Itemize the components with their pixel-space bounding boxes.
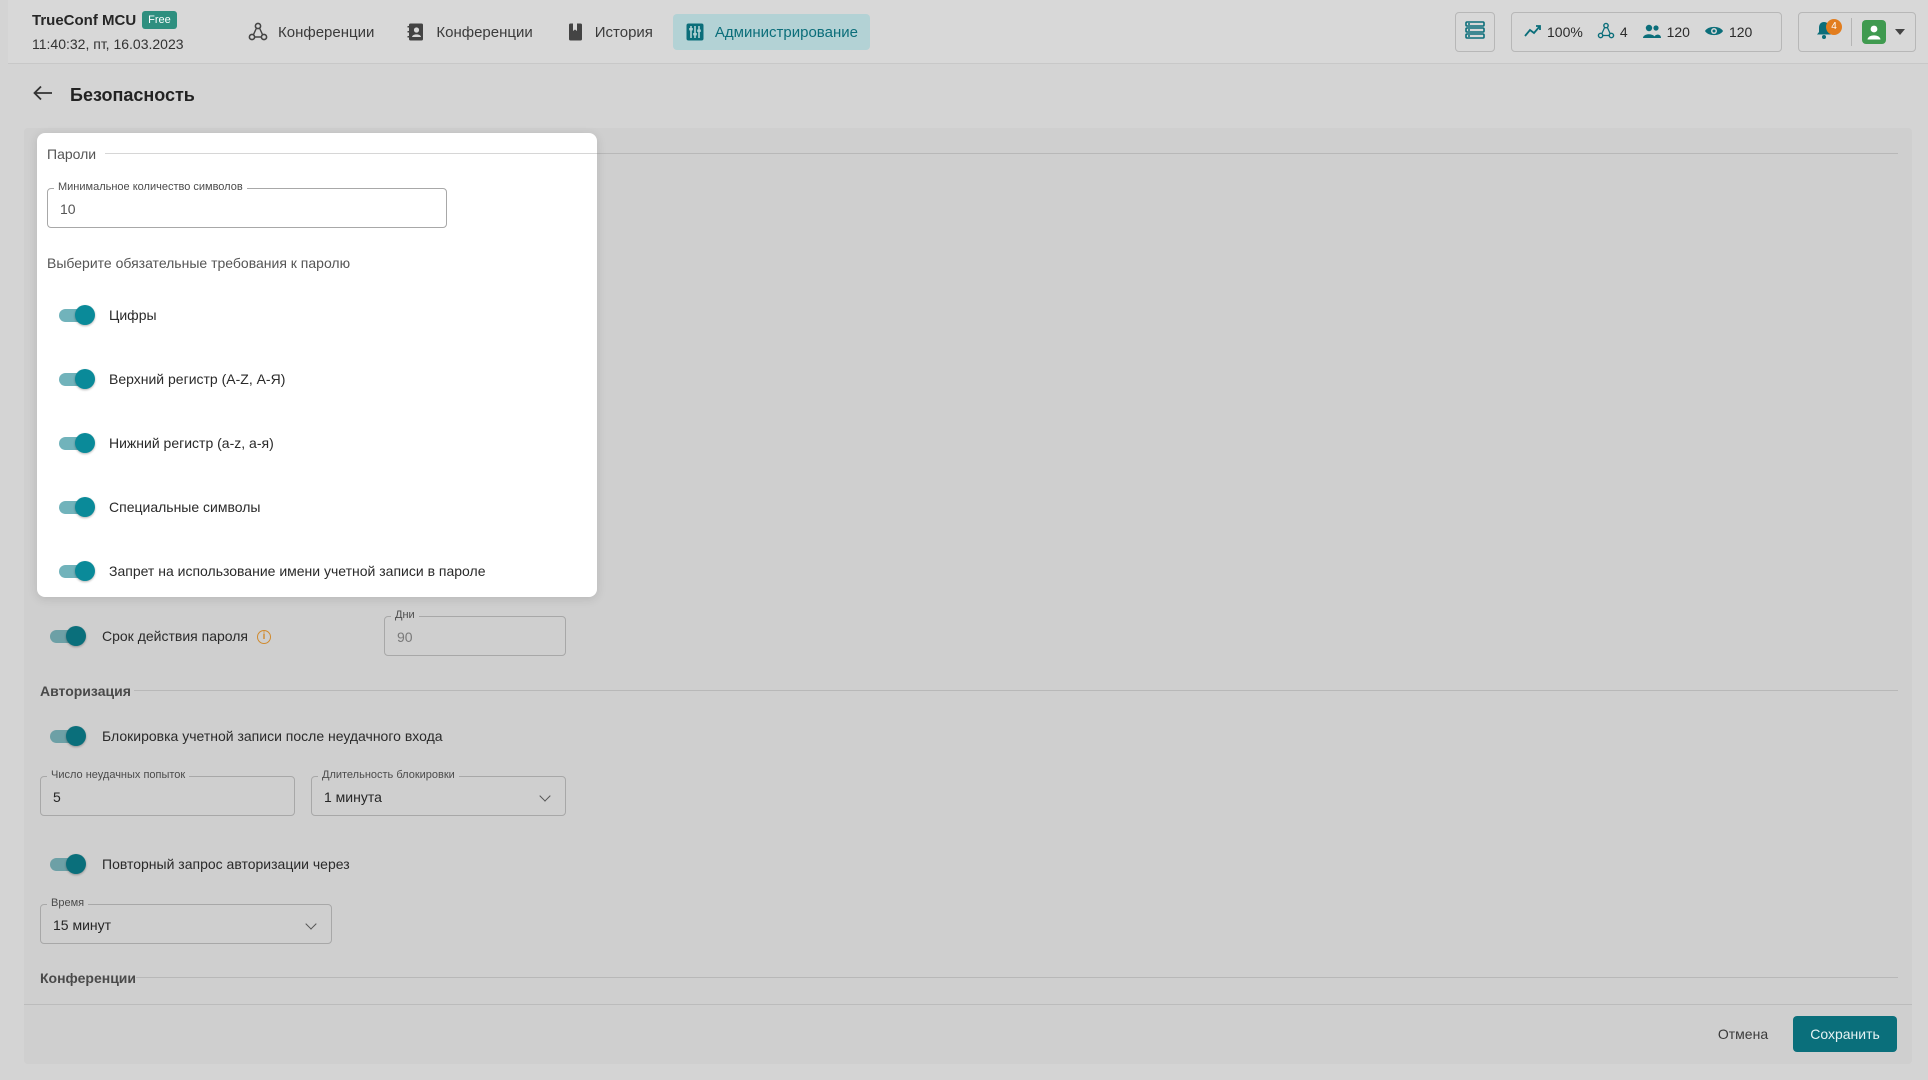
brand: TrueConf MCU Free 11:40:32, пт, 16.03.20… <box>32 11 184 52</box>
nav-contacts[interactable]: Конференции <box>394 14 544 50</box>
chevron-down-icon <box>539 790 551 802</box>
save-button[interactable]: Сохранить <box>1793 1016 1897 1052</box>
require-uppercase-toggle[interactable] <box>57 367 97 391</box>
bookmark-icon <box>565 22 585 42</box>
brand-name: TrueConf MCU <box>32 11 137 29</box>
page-title-row: Безопасность <box>32 84 195 106</box>
stat-conferences-value: 4 <box>1619 24 1628 40</box>
field-value: 90 <box>397 629 413 645</box>
account-lockout-toggle[interactable] <box>48 724 88 748</box>
datetime: 11:40:32, пт, 16.03.2023 <box>32 36 184 52</box>
require-digits-toggle[interactable] <box>57 303 97 327</box>
server-list-button[interactable] <box>1455 12 1495 52</box>
admin-sliders-icon <box>685 22 705 42</box>
divider <box>134 690 1898 691</box>
divider <box>1851 18 1852 46</box>
require-lowercase-toggle[interactable] <box>57 431 97 455</box>
lockout-duration-select[interactable]: Длительность блокировки 1 минута <box>311 769 566 816</box>
top-header: TrueConf MCU Free 11:40:32, пт, 16.03.20… <box>8 0 1928 64</box>
notifications-button[interactable]: 4 <box>1807 15 1842 49</box>
server-list-icon <box>1464 19 1486 45</box>
reauth-toggle[interactable] <box>48 852 88 876</box>
field-label: Минимальное количество символов <box>54 181 247 193</box>
conference-nodes-icon <box>248 22 268 42</box>
main-nav: Конференции Конференции История Админист… <box>236 14 870 50</box>
require-special-label: Специальные символы <box>109 499 261 515</box>
info-icon[interactable]: i <box>257 630 271 644</box>
requirements-hint: Выберите обязательные требования к парол… <box>47 255 351 271</box>
footer-divider <box>24 1004 1912 1005</box>
stat-viewers-value: 120 <box>1728 24 1753 40</box>
divider <box>105 153 597 154</box>
page-title: Безопасность <box>70 84 195 105</box>
require-lowercase-label: Нижний регистр (a-z, а-я) <box>109 435 274 451</box>
nav-label: Администрирование <box>714 23 858 41</box>
nav-label: История <box>594 23 653 41</box>
password-expiry-toggle[interactable] <box>48 624 88 648</box>
avatar[interactable] <box>1862 20 1886 44</box>
field-value: 1 минута <box>324 789 382 805</box>
field-label: Дни <box>391 609 419 621</box>
stat-conferences: 4 <box>1597 22 1628 43</box>
reauth-time-select[interactable]: Время 15 минут <box>40 897 332 944</box>
section-conferences: Конференции <box>40 970 137 986</box>
license-badge: Free <box>142 11 177 29</box>
nav-label: Конференции <box>278 23 375 41</box>
forbid-username-toggle[interactable] <box>57 559 97 583</box>
password-expiry-days-field[interactable]: Дни 90 <box>384 609 566 656</box>
chevron-down-icon <box>305 918 317 930</box>
back-button[interactable] <box>32 84 54 106</box>
password-expiry-label: Срок действия пароля <box>102 628 248 644</box>
require-special-toggle[interactable] <box>57 495 97 519</box>
forbid-username-label: Запрет на использование имени учетной за… <box>109 563 486 579</box>
divider <box>136 977 1898 978</box>
trend-icon <box>1524 24 1542 41</box>
section-passwords: Пароли <box>47 146 97 162</box>
eye-icon <box>1704 24 1724 41</box>
stat-participants: 120 <box>1642 23 1690 42</box>
stat-viewers: 120 <box>1704 24 1752 41</box>
users-icon <box>1642 23 1662 42</box>
stat-load-value: 100% <box>1547 24 1583 40</box>
passwords-panel: Пароли Минимальное количество символов 1… <box>37 133 597 597</box>
server-stats: 100% 4 120 120 <box>1511 12 1782 52</box>
field-label: Длительность блокировки <box>318 769 459 781</box>
section-authorization: Авторизация <box>40 683 131 699</box>
failed-attempts-field[interactable]: Число неудачных попыток 5 <box>40 769 295 816</box>
cancel-button[interactable]: Отмена <box>1711 1016 1775 1052</box>
conference-nodes-icon <box>1597 22 1615 43</box>
nav-administration[interactable]: Администрирование <box>672 14 870 50</box>
field-label: Время <box>47 897 89 909</box>
nav-label: Конференции <box>436 23 533 41</box>
nav-history[interactable]: История <box>553 14 665 50</box>
notifications-count-badge: 4 <box>1826 19 1842 35</box>
stat-participants-value: 120 <box>1666 24 1690 40</box>
field-label: Число неудачных попыток <box>47 769 190 781</box>
chevron-down-icon[interactable] <box>1895 29 1905 35</box>
field-value: 10 <box>60 201 76 217</box>
account-lockout-label: Блокировка учетной записи после неудачно… <box>102 728 443 744</box>
nav-conferences[interactable]: Конференции <box>236 14 386 50</box>
address-book-icon <box>406 22 426 42</box>
stat-load: 100% <box>1524 24 1583 41</box>
divider <box>584 153 1898 154</box>
min-length-field[interactable]: Минимальное количество символов 10 <box>47 181 447 228</box>
reauth-label: Повторный запрос авторизации через <box>102 856 350 872</box>
field-value: 5 <box>53 789 61 805</box>
require-uppercase-label: Верхний регистр (A-Z, А-Я) <box>109 371 286 387</box>
arrow-left-icon <box>33 85 53 105</box>
field-value: 15 минут <box>53 917 112 933</box>
require-digits-label: Цифры <box>109 307 157 323</box>
user-area: 4 <box>1798 12 1916 52</box>
